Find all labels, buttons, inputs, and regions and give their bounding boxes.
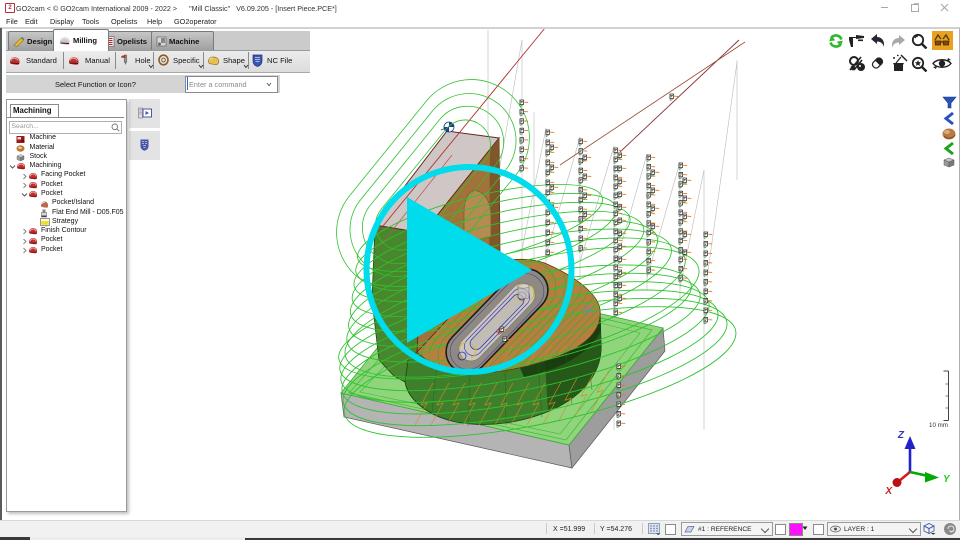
svg-text:10 mm: 10 mm: [929, 422, 948, 429]
svg-text:Y: Y: [943, 474, 951, 485]
svg-text:Z: Z: [897, 430, 905, 441]
svg-text:X: X: [884, 486, 893, 497]
